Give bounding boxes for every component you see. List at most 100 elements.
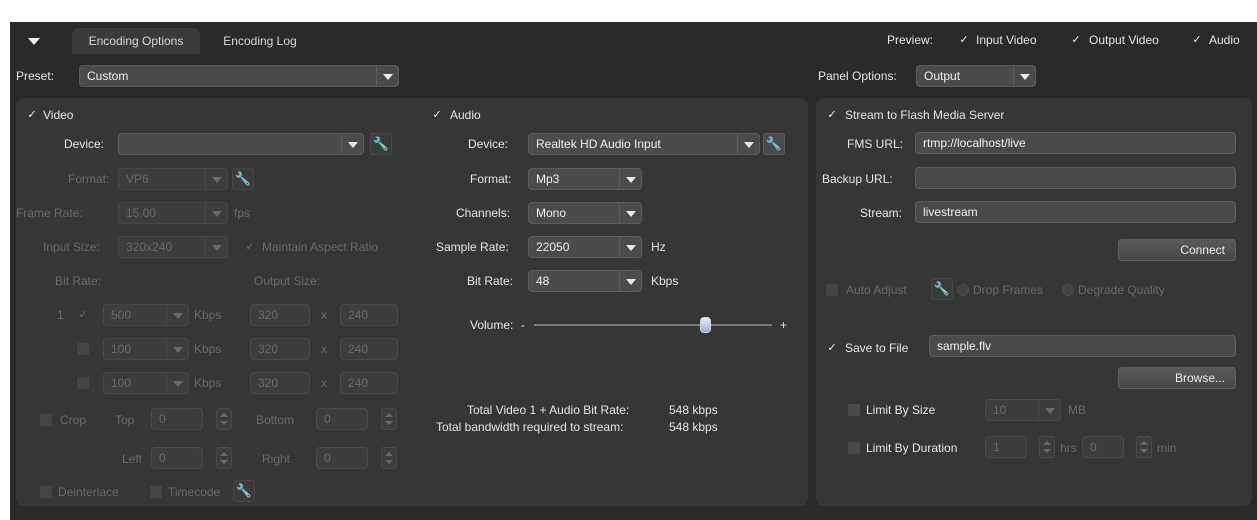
preview-output-video-checkbox[interactable]: ✓ xyxy=(1070,34,1082,46)
limit-hours-field[interactable]: 1 xyxy=(985,436,1027,458)
volume-slider-thumb[interactable] xyxy=(700,317,712,333)
crop-left-field[interactable]: 0 xyxy=(151,447,203,469)
fms-url-field[interactable]: rtmp://localhost/live xyxy=(915,132,1236,154)
auto-adjust-settings-wrench-icon[interactable]: 🔧 xyxy=(931,278,953,300)
crop-top-spinner[interactable] xyxy=(216,408,232,430)
video-format-select[interactable]: VP6 xyxy=(118,168,228,190)
tab-encoding-log[interactable]: Encoding Log xyxy=(208,28,312,54)
browse-button[interactable]: Browse... xyxy=(1118,367,1236,389)
output-width-3-field[interactable]: 320 xyxy=(250,372,310,394)
crop-bottom-field[interactable]: 0 xyxy=(316,408,368,430)
tab-encoding-options[interactable]: Encoding Options xyxy=(72,28,200,54)
output-height-3-field[interactable]: 240 xyxy=(340,372,398,394)
output-width-2-field[interactable]: 320 xyxy=(250,338,310,360)
limit-by-duration-checkbox[interactable] xyxy=(848,442,860,454)
crop-left-label: Left xyxy=(122,452,143,466)
audio-sample-rate-unit: Hz xyxy=(651,240,666,254)
preview-output-video-label: Output Video xyxy=(1089,33,1159,47)
preview-audio-label: Audio xyxy=(1209,33,1240,47)
audio-channels-select[interactable]: Mono xyxy=(528,202,642,224)
drop-frames-radio[interactable] xyxy=(957,284,969,296)
audio-device-label: Device: xyxy=(468,137,509,151)
audio-sample-rate-value: 22050 xyxy=(536,240,570,254)
preview-input-video-checkbox[interactable]: ✓ xyxy=(958,34,970,46)
volume-slider[interactable] xyxy=(534,317,772,333)
limit-by-size-checkbox[interactable] xyxy=(848,404,860,416)
chevron-down-icon xyxy=(166,339,188,359)
collapse-triangle-icon[interactable] xyxy=(28,38,40,45)
video-device-settings-wrench-icon[interactable]: 🔧 xyxy=(370,133,392,155)
audio-device-settings-wrench-icon[interactable]: 🔧 xyxy=(763,133,785,155)
output-width-1-field[interactable]: 320 xyxy=(250,304,310,326)
video-device-select[interactable] xyxy=(118,133,364,155)
limit-size-unit: MB xyxy=(1068,403,1086,417)
bitrate-row-3-unit: Kbps xyxy=(194,376,222,390)
crop-bottom-spinner[interactable] xyxy=(381,408,397,430)
auto-adjust-label: Auto Adjust xyxy=(846,283,907,297)
limit-hours-unit: hrs xyxy=(1060,441,1077,455)
crop-right-field[interactable]: 0 xyxy=(316,447,368,469)
crop-top-field[interactable]: 0 xyxy=(151,408,203,430)
frame-rate-select[interactable]: 15.00 xyxy=(118,202,228,224)
bitrate-row-3-select[interactable]: 100 xyxy=(103,372,189,394)
bitrate-row-1-value: 500 xyxy=(111,308,132,322)
preview-audio-checkbox[interactable]: ✓ xyxy=(1191,34,1203,46)
backup-url-label: Backup URL: xyxy=(822,172,893,186)
output-size-header: Output Size: xyxy=(254,274,321,288)
video-checkbox[interactable]: ✓ xyxy=(26,109,38,121)
limit-size-select[interactable]: 10 xyxy=(985,399,1061,421)
output-size-x-1: x xyxy=(321,308,327,322)
bitrate-row-3-checkbox[interactable] xyxy=(77,377,89,389)
limit-minutes-unit: min xyxy=(1157,441,1177,455)
bitrate-row-2-value: 100 xyxy=(111,342,132,356)
save-file-path-field[interactable]: sample.flv xyxy=(929,335,1236,357)
crop-checkbox[interactable] xyxy=(40,414,52,426)
bitrate-row-1-unit: Kbps xyxy=(194,308,222,322)
frame-rate-label: Frame Rate: xyxy=(16,206,83,220)
bitrate-row-1-select[interactable]: 500 xyxy=(103,304,189,326)
auto-adjust-checkbox[interactable] xyxy=(826,284,838,296)
stream-to-fms-checkbox[interactable]: ✓ xyxy=(826,109,838,121)
bitrate-row-3-value: 100 xyxy=(111,376,132,390)
volume-minus-label: - xyxy=(521,318,525,332)
backup-url-field[interactable] xyxy=(915,167,1236,189)
bitrate-row-1-checkbox[interactable]: ✓ xyxy=(77,309,89,321)
stream-name-label: Stream: xyxy=(860,206,903,220)
connect-button[interactable]: Connect xyxy=(1118,239,1236,261)
degrade-quality-radio[interactable] xyxy=(1062,284,1074,296)
deinterlace-checkbox[interactable] xyxy=(40,486,52,498)
volume-label: Volume: xyxy=(470,318,514,332)
bitrate-row-2-checkbox[interactable] xyxy=(77,343,89,355)
chevron-down-icon xyxy=(619,169,641,189)
limit-minutes-field[interactable]: 0 xyxy=(1082,436,1124,458)
chevron-down-icon xyxy=(737,134,759,154)
audio-sample-rate-label: Sample Rate: xyxy=(436,240,509,254)
degrade-quality-label: Degrade Quality xyxy=(1078,283,1165,297)
audio-bit-rate-select[interactable]: 48 xyxy=(528,270,642,292)
save-to-file-checkbox[interactable]: ✓ xyxy=(826,342,838,354)
crop-right-spinner[interactable] xyxy=(381,447,397,469)
bitrate-row-2-select[interactable]: 100 xyxy=(103,338,189,360)
crop-left-spinner[interactable] xyxy=(216,447,232,469)
input-size-select[interactable]: 320x240 xyxy=(118,236,228,258)
video-title: Video xyxy=(43,108,74,122)
audio-device-select[interactable]: Realtek HD Audio Input xyxy=(528,133,760,155)
maintain-aspect-checkbox[interactable]: ✓ xyxy=(244,241,256,253)
stream-name-field[interactable]: livestream xyxy=(915,201,1236,223)
chevron-down-icon xyxy=(166,373,188,393)
audio-format-select[interactable]: Mp3 xyxy=(528,168,642,190)
drop-frames-label: Drop Frames xyxy=(973,283,1044,297)
output-height-1-field[interactable]: 240 xyxy=(340,304,398,326)
timecode-settings-wrench-icon[interactable]: 🔧 xyxy=(233,480,255,502)
output-height-2-field[interactable]: 240 xyxy=(340,338,398,360)
audio-sample-rate-select[interactable]: 22050 xyxy=(528,236,642,258)
preset-select[interactable]: Custom xyxy=(79,65,399,87)
limit-minutes-spinner[interactable] xyxy=(1136,436,1152,458)
timecode-checkbox[interactable] xyxy=(150,486,162,498)
limit-hours-spinner[interactable] xyxy=(1039,436,1055,458)
input-size-label: Input Size: xyxy=(43,240,100,254)
crop-bottom-label: Bottom xyxy=(256,413,295,427)
panel-options-select[interactable]: Output xyxy=(916,65,1036,87)
video-format-settings-wrench-icon[interactable]: 🔧 xyxy=(232,168,254,190)
audio-checkbox[interactable]: ✓ xyxy=(431,109,443,121)
